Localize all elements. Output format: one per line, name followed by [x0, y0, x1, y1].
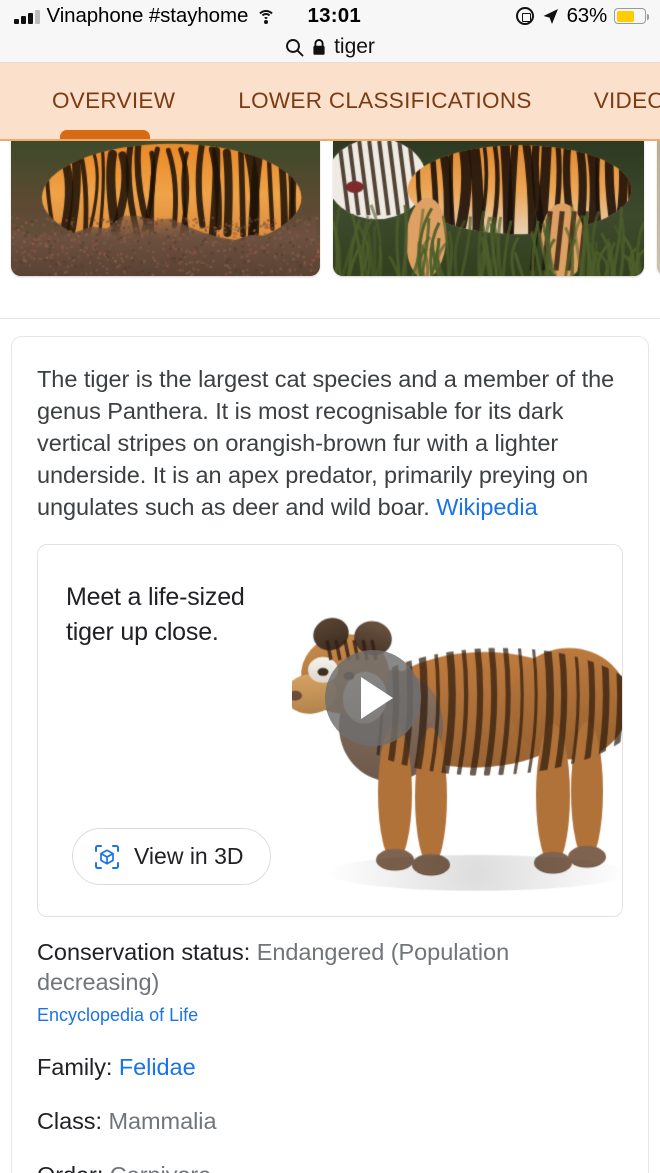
carousel-image-1[interactable]: [11, 141, 320, 276]
battery-icon: [614, 8, 649, 24]
view-in-3d-label: View in 3D: [134, 843, 244, 869]
status-bar-right: 63%: [515, 4, 649, 28]
view-in-3d-button[interactable]: View in 3D: [72, 828, 271, 885]
model-card[interactable]: Meet a life-sized tiger up close. View in…: [37, 544, 623, 917]
fact-key: Class:: [37, 1108, 102, 1134]
wikipedia-link[interactable]: Wikipedia: [436, 494, 537, 520]
fact-row-class: Class: Mammalia: [37, 1106, 623, 1136]
image-carousel[interactable]: [0, 139, 660, 294]
knowledge-panel: The tiger is the largest cat species and…: [11, 336, 649, 1173]
facts-list: Conservation status: Endangered (Populat…: [37, 917, 623, 1173]
battery-percent-label: 63%: [566, 4, 608, 27]
address-bar[interactable]: tiger: [0, 32, 660, 62]
fact-row-order: Order: Carnivora: [37, 1160, 623, 1173]
search-icon: [286, 38, 304, 56]
carrier-label: Vinaphone #stayhome: [46, 4, 249, 27]
model-card-title: Meet a life-sized tiger up close.: [66, 583, 245, 646]
wifi-icon: [256, 9, 276, 24]
3d-cube-icon: [95, 844, 119, 869]
carousel-spacer: [0, 294, 660, 318]
tab-lower-classifications[interactable]: LOWER CLASSIFICATIONS: [238, 88, 531, 114]
fact-row-family: Family: Felidae: [37, 1052, 623, 1082]
tab-bar: OVERVIEW LOWER CLASSIFICATIONS VIDEOS: [0, 62, 660, 146]
carousel-image-2[interactable]: [333, 141, 644, 276]
fact-value-link[interactable]: Felidae: [119, 1054, 196, 1080]
fact-row-conservation-status: Conservation status: Endangered (Populat…: [37, 937, 623, 997]
search-query-text: tiger: [334, 35, 375, 58]
tab-list: OVERVIEW LOWER CLASSIFICATIONS VIDEOS: [0, 88, 660, 114]
fact-source-link-eol[interactable]: Encyclopedia of Life: [37, 1005, 623, 1026]
tab-videos[interactable]: VIDEOS: [594, 88, 660, 114]
play-icon[interactable]: [325, 650, 421, 746]
description-paragraph: The tiger is the largest cat species and…: [37, 363, 623, 523]
status-bar: Vinaphone #stayhome 13:01 63%: [0, 0, 660, 32]
clock-label: 13:01: [307, 4, 361, 27]
location-arrow-icon: [543, 8, 558, 24]
fact-value: Mammalia: [108, 1108, 217, 1134]
lock-icon: [313, 39, 325, 55]
signal-bars-icon: [14, 9, 40, 24]
fact-key: Conservation status:: [37, 939, 251, 965]
status-bar-left: Vinaphone #stayhome: [14, 4, 276, 28]
rotation-lock-icon: [515, 7, 534, 25]
fact-key: Family:: [37, 1054, 113, 1080]
fact-key: Order:: [37, 1162, 103, 1173]
tab-overview[interactable]: OVERVIEW: [52, 88, 175, 114]
fact-value: Carnivora: [110, 1162, 211, 1173]
section-divider: [0, 318, 660, 319]
